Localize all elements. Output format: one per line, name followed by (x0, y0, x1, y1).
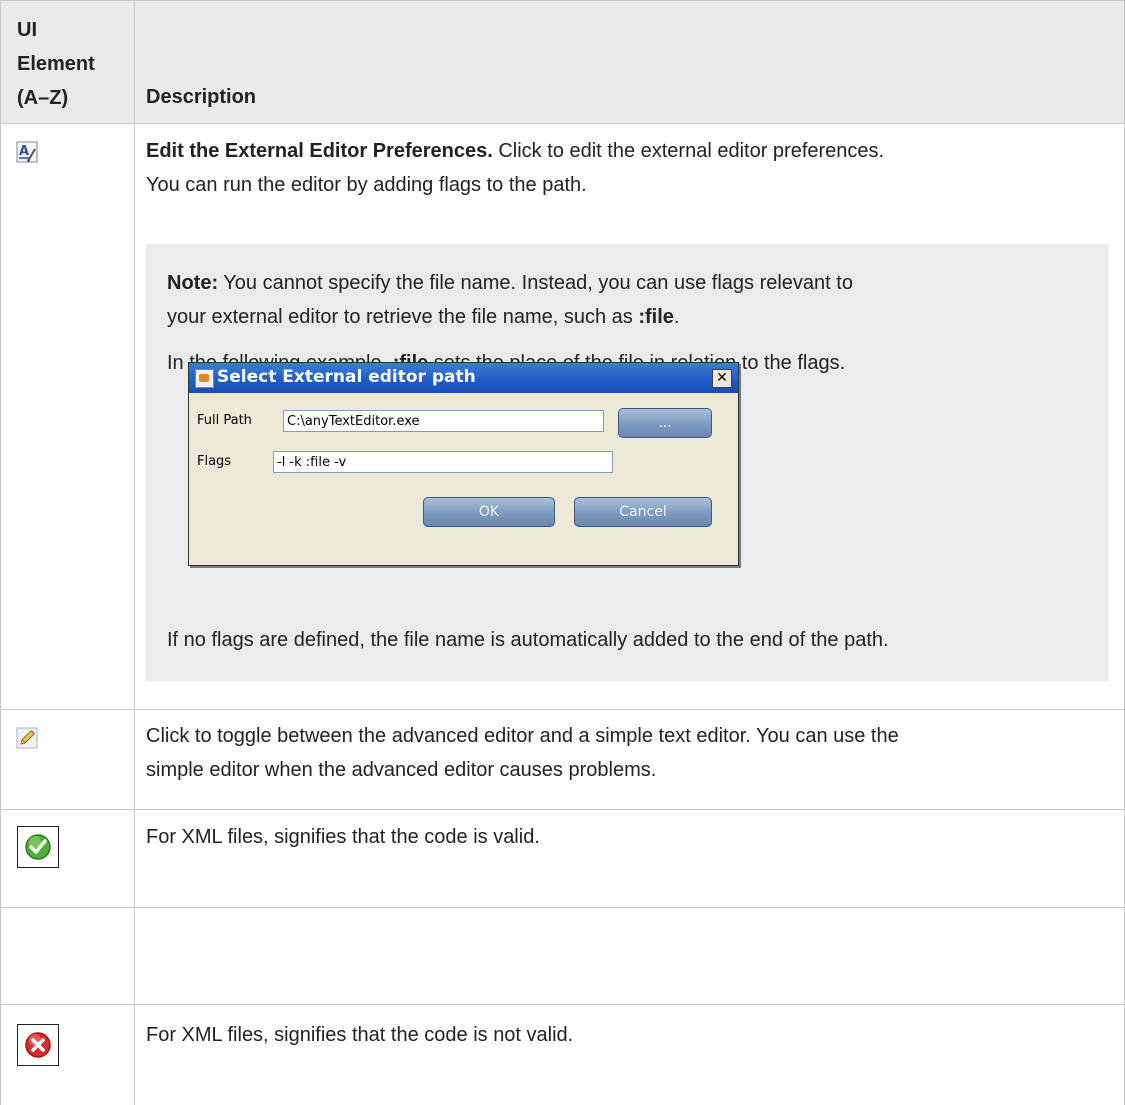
row-description: For XML files, signifies that the code i… (146, 1024, 574, 1046)
dialog-title: Select External editor path (217, 367, 476, 387)
header-ui-element: UI Element (A–Z) (17, 13, 95, 115)
row-description: Edit the External Editor Preferences. Cl… (146, 134, 1106, 202)
pencil-icon (16, 727, 38, 754)
external-editor-dialog: Select External editor path ✕ Full Path … (188, 362, 739, 566)
note-line-2: your external editor to retrieve the fil… (167, 300, 1097, 334)
description-line-1: Edit the External Editor Preferences. Cl… (146, 134, 1106, 168)
row-divider (0, 709, 1125, 710)
flags-label: Flags (197, 454, 232, 469)
header-element-line: Element (17, 53, 95, 75)
note-label: Note: (167, 272, 219, 294)
description-line-1: Click to toggle between the advanced edi… (146, 725, 899, 747)
header-ui-line: UI (17, 19, 37, 41)
header-az-line: (A–Z) (17, 87, 69, 109)
java-app-icon (195, 369, 214, 388)
ui-elements-table: UI Element (A–Z) Description A Edit the … (0, 0, 1125, 1105)
table-header: UI Element (A–Z) Description (0, 0, 1125, 123)
ok-button[interactable]: OK (423, 497, 555, 527)
edit-external-editor-icon: A (16, 141, 38, 168)
full-path-label: Full Path (197, 413, 252, 428)
dialog-titlebar: Select External editor path ✕ (189, 363, 738, 393)
row-divider (0, 123, 1125, 124)
flags-input[interactable]: -l -k :file -v (273, 451, 613, 473)
note-box: Note: You cannot specify the file name. … (146, 244, 1109, 681)
table-border-top (0, 0, 1125, 1)
column-divider (134, 0, 135, 1105)
svg-text:A: A (19, 144, 29, 159)
row-divider (0, 809, 1125, 810)
row-divider (0, 1004, 1125, 1005)
row-text: Click to edit the external editor prefer… (492, 140, 885, 162)
browse-button[interactable]: ... (618, 408, 712, 438)
note-line-1: Note: You cannot specify the file name. … (167, 266, 1097, 300)
note-text: your external editor to retrieve the fil… (167, 306, 639, 328)
description-line-2: simple editor when the advanced editor c… (146, 759, 657, 781)
invalid-x-icon (17, 1024, 59, 1071)
valid-checkmark-icon (17, 826, 59, 873)
row-title: Edit the External Editor Preferences. (146, 140, 493, 162)
note-line-4: If no flags are defined, the file name i… (167, 629, 889, 651)
row-description: Click to toggle between the advanced edi… (146, 719, 1106, 787)
row-divider (0, 907, 1125, 908)
table-border-left (0, 0, 1, 1105)
full-path-input[interactable]: C:\anyTextEditor.exe (283, 410, 604, 432)
note-text: . (673, 306, 680, 328)
cancel-button[interactable]: Cancel (574, 497, 712, 527)
note-text: You cannot specify the file name. Instea… (218, 272, 853, 294)
row-description: For XML files, signifies that the code i… (146, 826, 540, 848)
description-line-2: You can run the editor by adding flags t… (146, 174, 587, 196)
file-flag: :file (638, 306, 674, 328)
close-icon[interactable]: ✕ (712, 369, 732, 388)
header-description: Description (146, 86, 257, 108)
